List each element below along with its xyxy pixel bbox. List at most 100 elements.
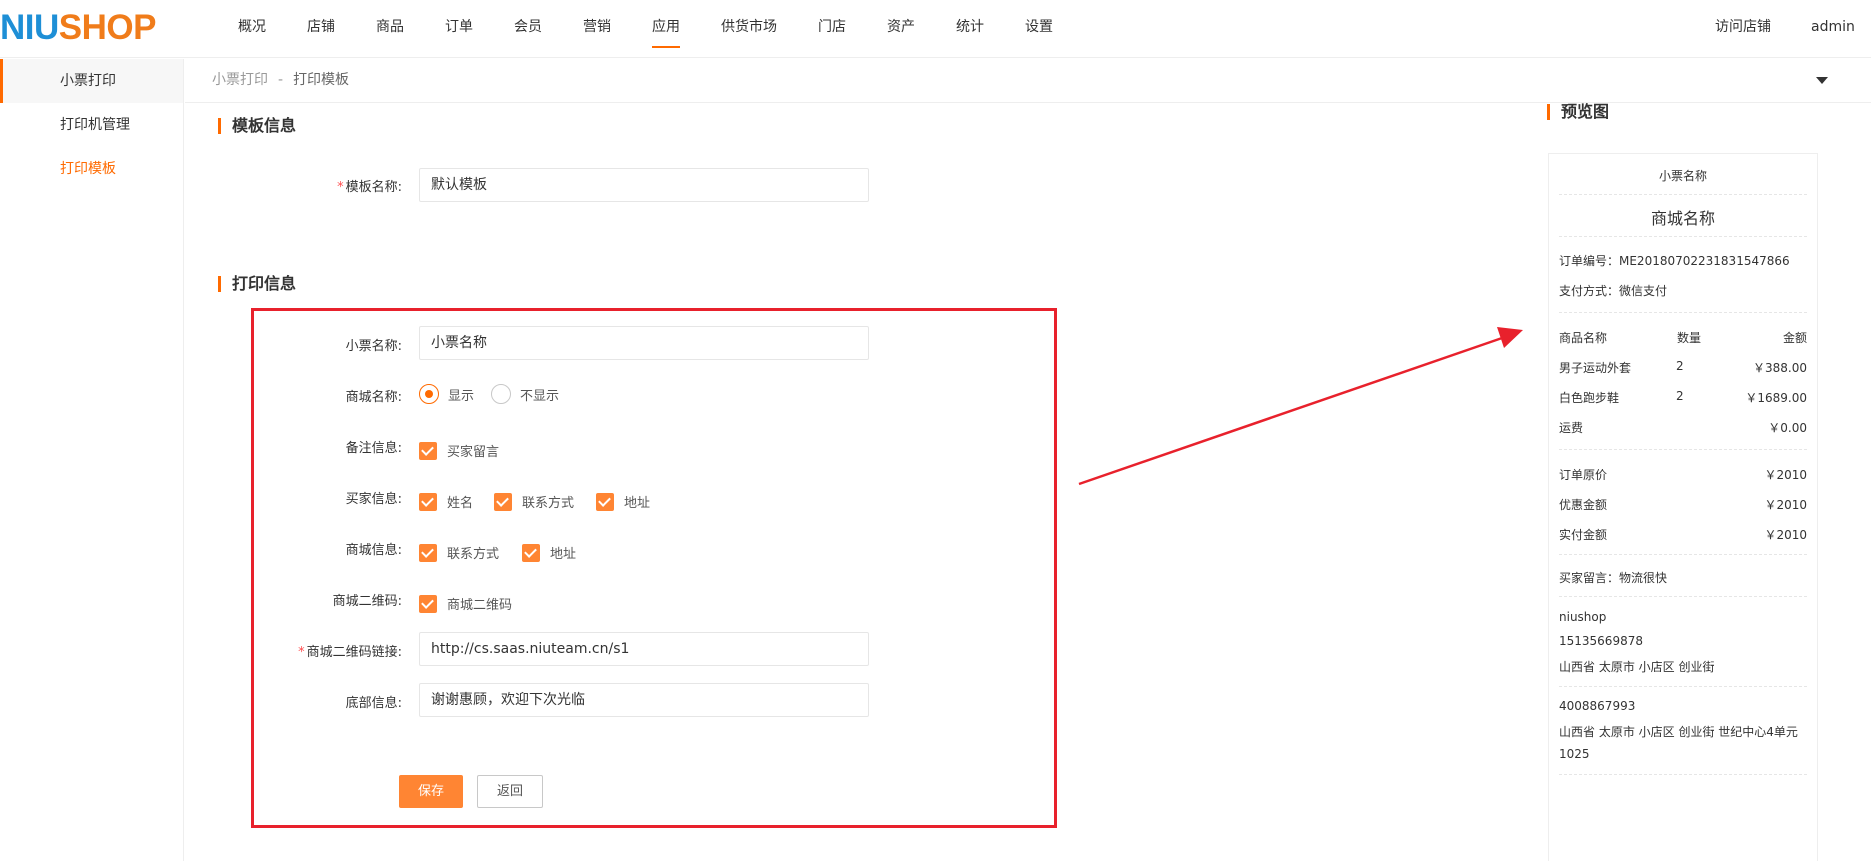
qrcode-link-input[interactable]: http://cs.saas.niuteam.cn/s1 — [419, 632, 869, 666]
template-name-label: * 模板名称: — [222, 176, 402, 195]
preview-col-name: 商品名称 — [1559, 331, 1608, 345]
nav-members[interactable]: 会员 — [514, 0, 542, 58]
preview-order-no: 订单编号：ME20180702231831547866 — [1559, 254, 1790, 268]
preview-item-amount: ￥1689.00 — [1745, 391, 1807, 405]
store-name-show-radio[interactable]: 显示 — [419, 384, 474, 404]
checkbox-checked-icon — [419, 594, 437, 613]
preview-buyer-note: 买家留言：物流很快 — [1559, 571, 1668, 585]
preview-item-name: 运费 — [1559, 421, 1584, 435]
store-contact-checkbox[interactable]: 联系方式 — [419, 543, 499, 562]
buyer-address-checkbox[interactable]: 地址 — [596, 492, 650, 511]
breadcrumb-separator: - — [278, 72, 284, 88]
checkbox-label: 联系方式 — [522, 496, 575, 511]
preview-pay-method: 支付方式：微信支付 — [1559, 284, 1668, 298]
nav-assets[interactable]: 资产 — [887, 0, 915, 58]
save-button[interactable]: 保存 — [399, 775, 463, 808]
required-mark: * — [298, 645, 305, 660]
buyer-contact-checkbox[interactable]: 联系方式 — [494, 492, 574, 511]
store-address-checkbox[interactable]: 地址 — [522, 543, 576, 562]
sidebar-item-print-template[interactable]: 打印模板 — [0, 147, 183, 191]
preview-store-address: 山西省 太原市 小店区 创业街 世纪中心4单元 — [1559, 725, 1798, 739]
required-mark: * — [337, 180, 344, 195]
user-name: admin — [1811, 19, 1855, 35]
checkbox-checked-icon — [596, 492, 614, 511]
nav-goods[interactable]: 商品 — [376, 0, 404, 58]
preview-divider — [1559, 236, 1807, 237]
visit-store-link[interactable]: 访问店铺 — [1715, 0, 1771, 55]
breadcrumb: 小票打印 - 打印模板 — [185, 59, 1871, 103]
breadcrumb-current: 打印模板 — [293, 72, 350, 88]
preview-item-name: 男子运动外套 — [1559, 361, 1632, 375]
preview-store-phone: 4008867993 — [1559, 699, 1636, 713]
logo[interactable]: NIUSHOP — [0, 10, 156, 46]
remark-buyer-message-checkbox[interactable]: 买家留言 — [419, 441, 499, 460]
nav-apps[interactable]: 应用 — [652, 0, 680, 58]
template-info-title: 模板信息 — [218, 118, 296, 134]
preview-item-qty: 2 — [1676, 359, 1684, 373]
nav-settings[interactable]: 设置 — [1025, 0, 1053, 58]
radio-checked-icon — [419, 384, 439, 404]
store-info-label: 商城信息: — [345, 543, 402, 558]
qrcode-label: 商城二维码: — [332, 594, 402, 609]
preview-total-value: ￥2010 — [1764, 528, 1807, 542]
preview-divider — [1559, 554, 1807, 555]
store-qrcode-checkbox[interactable]: 商城二维码 — [419, 594, 512, 613]
nav-overview[interactable]: 概况 — [238, 0, 266, 58]
preview-item-amount: ￥388.00 — [1753, 361, 1807, 375]
template-name-label-text: 模板名称: — [345, 180, 402, 195]
ticket-name-label: 小票名称: — [345, 339, 402, 354]
print-info-title: 打印信息 — [218, 276, 296, 292]
qrcode-link-label: * 商城二维码链接: — [222, 641, 402, 660]
logo-text-niu: NIU — [0, 8, 59, 47]
nav-store[interactable]: 店铺 — [307, 0, 335, 58]
nav-supply-market[interactable]: 供货市场 — [721, 0, 777, 58]
buyer-name-checkbox[interactable]: 姓名 — [419, 492, 473, 511]
preview-item-name: 白色跑步鞋 — [1559, 391, 1620, 405]
buyer-info-label: 买家信息: — [345, 492, 402, 507]
remark-label: 备注信息: — [345, 441, 402, 456]
preview-col-amount: 金额 — [1782, 331, 1807, 345]
ticket-preview: 小票名称 商城名称 订单编号：ME20180702231831547866 支付… — [1548, 153, 1818, 861]
checkbox-label: 买家留言 — [447, 445, 500, 460]
preview-total-value: ￥2010 — [1764, 468, 1807, 482]
nav-orders[interactable]: 订单 — [445, 0, 473, 58]
main-nav: 概况 店铺 商品 订单 会员 营销 应用 供货市场 门店 资产 统计 设置 — [238, 0, 1094, 58]
checkbox-label: 地址 — [624, 496, 651, 511]
sidebar-item-printers[interactable]: 打印机管理 — [0, 103, 183, 147]
breadcrumb-ticket-print[interactable]: 小票打印 — [212, 72, 268, 88]
preview-title: 预览图 — [1547, 104, 1609, 120]
preview-item-qty: 2 — [1676, 389, 1684, 403]
preview-divider — [1559, 596, 1807, 597]
sidebar-group-ticket-print[interactable]: 小票打印 — [0, 59, 183, 103]
preview-buyer-name: niushop — [1559, 610, 1607, 624]
nav-stats[interactable]: 统计 — [956, 0, 984, 58]
store-name-hide-radio[interactable]: 不显示 — [491, 384, 559, 404]
checkbox-checked-icon — [522, 543, 540, 562]
footer-info-label: 底部信息: — [345, 696, 402, 711]
checkbox-label: 联系方式 — [447, 547, 500, 562]
ticket-name-input[interactable]: 小票名称 — [419, 326, 869, 360]
template-name-input[interactable]: 默认模板 — [419, 168, 869, 202]
footer-info-input[interactable]: 谢谢惠顾，欢迎下次光临 — [419, 683, 869, 717]
preview-total-value: ￥2010 — [1764, 498, 1807, 512]
checkbox-label: 地址 — [550, 547, 577, 562]
preview-buyer-phone: 15135669878 — [1559, 634, 1643, 648]
preview-total-label: 订单原价 — [1559, 468, 1608, 482]
preview-col-qty: 数量 — [1677, 331, 1702, 345]
back-button[interactable]: 返回 — [477, 775, 543, 808]
top-bar: NIUSHOP 概况 店铺 商品 订单 会员 营销 应用 供货市场 门店 资产 … — [0, 0, 1871, 84]
preview-item-amount: ￥0.00 — [1768, 421, 1807, 435]
checkbox-checked-icon — [419, 441, 437, 460]
checkbox-checked-icon — [419, 492, 437, 511]
arrow-head — [1497, 327, 1523, 348]
preview-divider — [1559, 312, 1807, 313]
preview-total-label: 优惠金额 — [1559, 498, 1608, 512]
radio-label-show: 显示 — [448, 388, 475, 404]
checkbox-checked-icon — [494, 492, 512, 511]
preview-ticket-name: 小票名称 — [1658, 169, 1707, 183]
store-name-label: 商城名称: — [345, 390, 402, 405]
nav-marketing[interactable]: 营销 — [583, 0, 611, 58]
nav-stores[interactable]: 门店 — [818, 0, 846, 58]
preview-divider — [1559, 686, 1807, 687]
preview-total-label: 实付金额 — [1559, 528, 1608, 542]
